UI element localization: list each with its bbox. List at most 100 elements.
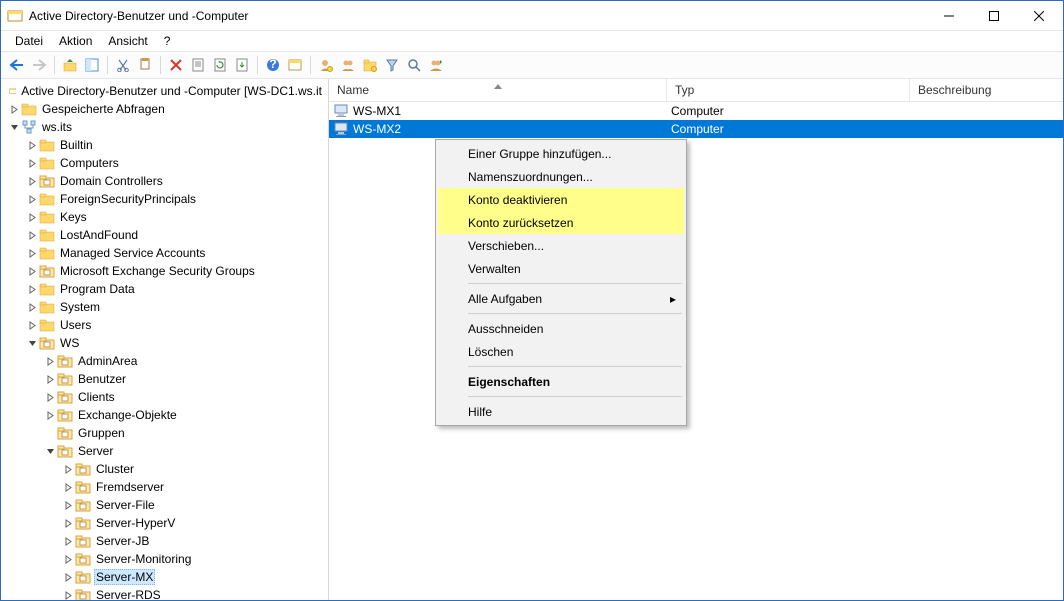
ctx-name-mappings[interactable]: Namenszuordnungen... <box>438 165 684 188</box>
new-user-button[interactable] <box>316 55 336 75</box>
tree-users[interactable]: Users <box>1 316 328 334</box>
svg-text:?: ? <box>269 58 276 71</box>
tree-server[interactable]: Server <box>1 442 328 460</box>
ou-icon <box>75 497 91 513</box>
list-header: Name Typ Beschreibung <box>329 79 1063 102</box>
tree-adminarea[interactable]: AdminArea <box>1 352 328 370</box>
folder-icon <box>39 155 55 171</box>
filter-button[interactable] <box>382 55 402 75</box>
tree-computers[interactable]: Computers <box>1 154 328 172</box>
ou-icon <box>75 479 91 495</box>
tree-saved-queries[interactable]: Gespeicherte Abfragen <box>1 100 328 118</box>
folder-icon <box>39 245 55 261</box>
add-to-group-button[interactable] <box>426 55 446 75</box>
folder-icon <box>39 191 55 207</box>
ctx-disable-account[interactable]: Konto deaktivieren <box>438 188 684 211</box>
tree-ws[interactable]: WS <box>1 334 328 352</box>
tree-cluster[interactable]: Cluster <box>1 460 328 478</box>
ctx-help[interactable]: Hilfe <box>438 400 684 423</box>
tree-msa[interactable]: Managed Service Accounts <box>1 244 328 262</box>
tree-fremdserver[interactable]: Fremdserver <box>1 478 328 496</box>
tree-server-rds[interactable]: Server-RDS <box>1 586 328 600</box>
ou-icon <box>75 569 91 585</box>
folder-icon <box>39 281 55 297</box>
context-menu: Einer Gruppe hinzufügen... Namenszuordnu… <box>435 139 687 426</box>
tree-pane[interactable]: Active Directory-Benutzer und -Computer … <box>1 79 329 600</box>
tree-server-mx[interactable]: Server-MX <box>1 568 328 586</box>
up-button[interactable] <box>60 55 80 75</box>
ou-icon <box>57 371 73 387</box>
new-group-button[interactable] <box>338 55 358 75</box>
ctx-add-to-group[interactable]: Einer Gruppe hinzufügen... <box>438 142 684 165</box>
menu-file[interactable]: Datei <box>7 33 51 49</box>
tree-server-file[interactable]: Server-File <box>1 496 328 514</box>
menu-bar: Datei Aktion Ansicht ? <box>1 31 1063 51</box>
ou-icon <box>57 425 73 441</box>
show-hide-tree-button[interactable] <box>82 55 102 75</box>
list-cell-name: WS-MX2 <box>353 122 401 136</box>
tree-system[interactable]: System <box>1 298 328 316</box>
new-ou-button[interactable] <box>360 55 380 75</box>
ctx-delete[interactable]: Löschen <box>438 340 684 363</box>
tree-keys[interactable]: Keys <box>1 208 328 226</box>
computer-icon <box>333 121 349 137</box>
list-row[interactable]: WS-MX1 Computer <box>329 102 1063 120</box>
ou-icon <box>39 335 55 351</box>
delete-button[interactable] <box>166 55 186 75</box>
column-beschreibung[interactable]: Beschreibung <box>910 79 1063 101</box>
tree-domain[interactable]: ws.its <box>1 118 328 136</box>
help-button[interactable]: ? <box>263 55 283 75</box>
tree-domain-controllers[interactable]: Domain Controllers <box>1 172 328 190</box>
column-name[interactable]: Name <box>329 79 667 101</box>
tree-exchange-objekte[interactable]: Exchange-Objekte <box>1 406 328 424</box>
ou-icon <box>75 533 91 549</box>
back-button[interactable] <box>7 55 27 75</box>
search-button[interactable] <box>404 55 424 75</box>
tree-root[interactable]: Active Directory-Benutzer und -Computer … <box>1 82 328 100</box>
copy-button[interactable] <box>135 55 155 75</box>
ou-icon <box>75 515 91 531</box>
menu-help[interactable]: ? <box>156 33 179 49</box>
properties-button[interactable] <box>188 55 208 75</box>
ou-icon <box>75 551 91 567</box>
tree-gruppen[interactable]: Gruppen <box>1 424 328 442</box>
tree-builtin[interactable]: Builtin <box>1 136 328 154</box>
menu-view[interactable]: Ansicht <box>100 33 155 49</box>
close-button[interactable] <box>1016 2 1061 30</box>
cut-button[interactable] <box>113 55 133 75</box>
forward-button[interactable] <box>29 55 49 75</box>
window-title: Active Directory-Benutzer und -Computer <box>29 9 248 23</box>
tree-fsp[interactable]: ForeignSecurityPrincipals <box>1 190 328 208</box>
ctx-separator <box>468 313 682 314</box>
tree-lostandfound[interactable]: LostAndFound <box>1 226 328 244</box>
tree-program-data[interactable]: Program Data <box>1 280 328 298</box>
folder-icon <box>39 299 55 315</box>
refresh-button[interactable] <box>210 55 230 75</box>
ctx-all-tasks[interactable]: Alle Aufgaben▸ <box>438 287 684 310</box>
maximize-button[interactable] <box>971 2 1016 30</box>
tree-server-jb[interactable]: Server-JB <box>1 532 328 550</box>
ou-icon <box>75 461 91 477</box>
column-typ[interactable]: Typ <box>667 79 910 101</box>
minimize-button[interactable] <box>926 2 971 30</box>
ctx-properties[interactable]: Eigenschaften <box>438 370 684 393</box>
tree-server-hyperv[interactable]: Server-HyperV <box>1 514 328 532</box>
tree-benutzer[interactable]: Benutzer <box>1 370 328 388</box>
list-row[interactable]: WS-MX2 Computer <box>329 120 1063 138</box>
tree-server-monitoring[interactable]: Server-Monitoring <box>1 550 328 568</box>
tree-clients[interactable]: Clients <box>1 388 328 406</box>
ctx-reset-account[interactable]: Konto zurücksetzen <box>438 211 684 234</box>
ctx-move[interactable]: Verschieben... <box>438 234 684 257</box>
ctx-cut[interactable]: Ausschneiden <box>438 317 684 340</box>
tree-mesg[interactable]: Microsoft Exchange Security Groups <box>1 262 328 280</box>
domain-icon <box>21 119 37 135</box>
menu-action[interactable]: Aktion <box>51 33 100 49</box>
find-button[interactable] <box>285 55 305 75</box>
export-list-button[interactable] <box>232 55 252 75</box>
list-cell-name: WS-MX1 <box>353 104 401 118</box>
ou-icon <box>39 263 55 279</box>
ou-icon <box>39 173 55 189</box>
ctx-manage[interactable]: Verwalten <box>438 257 684 280</box>
folder-icon <box>21 101 37 117</box>
chevron-right-icon: ▸ <box>670 292 676 306</box>
